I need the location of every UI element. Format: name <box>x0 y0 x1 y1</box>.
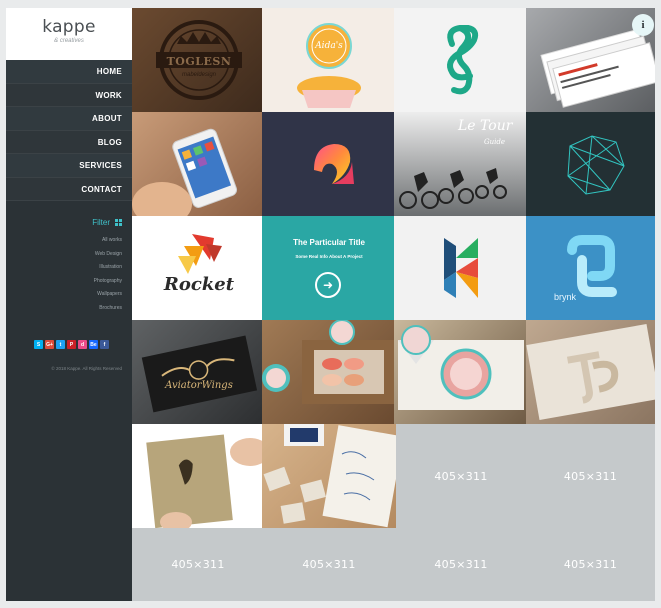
portfolio-item-stamp[interactable]: TOGLESN mabeldesign <box>132 8 266 112</box>
portfolio-item-brynk[interactable]: brynk <box>526 216 655 320</box>
aviator-label: AviatorWings <box>165 380 233 391</box>
grid-icon <box>115 219 122 226</box>
phone-icon <box>132 128 238 216</box>
social-links: S G+ t P d Be f <box>34 340 109 349</box>
portfolio-item-packaging[interactable] <box>394 320 528 424</box>
project-subtitle: Some Real Info About A Project <box>295 254 363 259</box>
portfolio-item-business-cards[interactable]: i <box>526 8 655 112</box>
nav-item-home[interactable]: HOME <box>6 60 132 84</box>
rubber-stamps-image <box>263 424 396 528</box>
project-title: The Particular Title <box>293 238 365 247</box>
page-frame: kappe & creatives HOME WORK ABOUT BLOG S… <box>6 8 655 601</box>
portfolio-item-cupcake[interactable]: Aida's <box>262 8 396 112</box>
nav-item-contact[interactable]: CONTACT <box>6 177 132 201</box>
wireframe-lion-image <box>567 135 625 195</box>
brochure-image <box>146 434 266 528</box>
google-plus-icon[interactable]: G+ <box>45 340 54 349</box>
filter-option-illustration[interactable]: Illustration <box>94 261 122 275</box>
macarons-image <box>262 320 396 404</box>
logo-subtitle: & creatives <box>54 38 84 44</box>
gradient-logo-image <box>314 144 354 184</box>
info-icon[interactable]: i <box>632 14 654 36</box>
placeholder-tile: 405×311 <box>563 558 618 571</box>
rocket-label: Rocket <box>163 274 235 295</box>
placeholder-tile: 405×311 <box>302 558 356 571</box>
dribbble-icon[interactable]: d <box>78 340 87 349</box>
stamp-text: TOGLESN <box>166 55 232 68</box>
nav-item-work[interactable]: WORK <box>6 83 132 107</box>
stamp-subtext: mabeldesign <box>181 72 217 78</box>
portfolio-item-featured[interactable]: The Particular Title Some Real Info Abou… <box>262 216 396 320</box>
portfolio-item-embossed-logo[interactable] <box>526 320 655 424</box>
filter-option-brochures[interactable]: Brochures <box>94 302 122 316</box>
filter-option-wallpapers[interactable]: Wallpapers <box>94 288 122 302</box>
cupcake-image <box>297 23 361 108</box>
nav-item-services[interactable]: SERVICES <box>6 154 132 178</box>
portfolio-grid: TOGLESN mabeldesign Aida's i Le Tour Gui… <box>132 8 655 601</box>
packaging-image <box>398 325 524 410</box>
le-tour-title: Le Tour <box>458 118 513 134</box>
sidebar: kappe & creatives HOME WORK ABOUT BLOG S… <box>6 8 132 601</box>
filter-label: Filter <box>92 218 110 227</box>
placeholder-tile: 405×311 <box>434 469 488 483</box>
logo-name: kappe <box>42 17 96 37</box>
twitter-icon[interactable]: t <box>56 340 65 349</box>
placeholder-tile: 405×311 <box>563 469 618 483</box>
embossed-logo-image <box>526 323 655 421</box>
main-nav: HOME WORK ABOUT BLOG SERVICES CONTACT <box>6 60 132 201</box>
cupcake-label: Aida's <box>315 41 343 51</box>
portfolio-item-aviator[interactable]: AviatorWings <box>132 320 266 424</box>
filter-option-web-design[interactable]: Web Design <box>94 248 122 262</box>
placeholder-tile: 405×311 <box>171 558 225 571</box>
arrow-right-icon[interactable]: ➜ <box>315 272 341 298</box>
nav-item-blog[interactable]: BLOG <box>6 130 132 154</box>
aviator-card-image <box>141 335 258 413</box>
k-logo-image <box>444 238 478 298</box>
filter-toggle[interactable]: Filter <box>92 218 122 227</box>
portfolio-item-brochure[interactable] <box>132 424 266 528</box>
pinterest-icon[interactable]: P <box>67 340 76 349</box>
facebook-icon[interactable]: f <box>100 340 109 349</box>
portfolio-item-wireframe[interactable] <box>526 112 655 216</box>
le-tour-subtitle: Guide <box>484 138 505 146</box>
portfolio-item-le-tour[interactable]: Le Tour Guide <box>394 112 528 216</box>
portfolio-item-s-logo[interactable] <box>394 8 528 112</box>
brynk-label: brynk <box>554 292 577 302</box>
logo[interactable]: kappe & creatives <box>6 8 132 60</box>
filter-list: All works Web Design Illustration Photog… <box>94 234 122 315</box>
filter-option-all-works[interactable]: All works <box>94 234 122 248</box>
skype-icon[interactable]: S <box>34 340 43 349</box>
behance-icon[interactable]: Be <box>89 340 98 349</box>
filter-option-photography[interactable]: Photography <box>94 275 122 289</box>
nav-item-about[interactable]: ABOUT <box>6 107 132 131</box>
portfolio-item-stamps[interactable] <box>262 424 396 528</box>
s-logo-image <box>447 25 479 95</box>
copyright-text: © 2018 Kappe. All Rights Reserved <box>51 366 122 371</box>
portfolio-item-rocket[interactable]: Rocket <box>132 216 266 320</box>
portfolio-item-k-logo[interactable] <box>394 216 528 320</box>
placeholder-tile: 405×311 <box>434 558 488 571</box>
portfolio-item-phone[interactable] <box>132 112 266 216</box>
portfolio-item-gradient-logo[interactable] <box>262 112 396 216</box>
rocket-logo-image <box>178 234 222 274</box>
brynk-logo-image <box>567 235 617 297</box>
portfolio-item-macarons[interactable] <box>262 320 396 424</box>
